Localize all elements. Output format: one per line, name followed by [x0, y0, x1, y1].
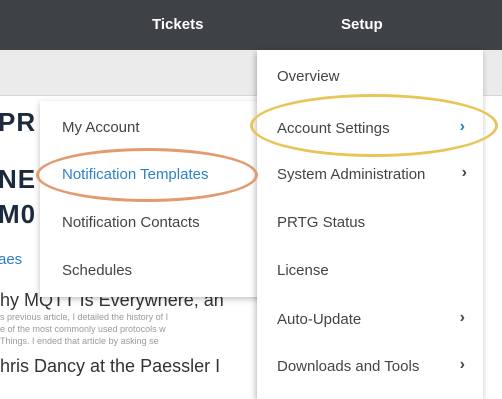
chevron-right-icon: › [459, 356, 465, 373]
background-link[interactable]: aes [0, 251, 22, 268]
account-settings-submenu: My Account Notification Templates Notifi… [40, 101, 262, 297]
chevron-right-icon: › [461, 164, 467, 181]
chevron-right-icon: › [459, 118, 465, 135]
background-heading-line-1: PR [0, 107, 37, 137]
nav-item-partial[interactable]: s [0, 0, 14, 50]
background-heading-line-3: M0 [0, 199, 37, 229]
setup-item-license[interactable]: License [277, 262, 329, 279]
setup-item-prtg-status[interactable]: PRTG Status [277, 214, 365, 231]
article-title-2[interactable]: hris Dancy at the Paessler I [0, 356, 220, 377]
setup-item-overview[interactable]: Overview [277, 68, 340, 85]
submenu-item-schedules[interactable]: Schedules [62, 262, 132, 279]
submenu-item-notification-contacts[interactable]: Notification Contacts [62, 214, 200, 231]
setup-item-auto-update[interactable]: Auto-Update [277, 311, 361, 328]
background-heading-line-2: NE [0, 164, 37, 194]
submenu-item-my-account[interactable]: My Account [62, 119, 140, 136]
nav-item-setup[interactable]: Setup [341, 0, 383, 50]
setup-item-system-administration[interactable]: System Administration [277, 166, 425, 183]
article-snippet-line-2: e of the most commonly used protocols w [0, 324, 166, 334]
article-snippet-line-3: Things. I ended that article by asking s… [0, 336, 159, 346]
setup-item-downloads-and-tools[interactable]: Downloads and Tools [277, 358, 419, 375]
article-snippet-line-1: s previous article, I detailed the histo… [0, 312, 169, 322]
submenu-item-notification-templates[interactable]: Notification Templates [62, 166, 208, 183]
chevron-right-icon: › [459, 309, 465, 326]
top-nav-bar: s Tickets Setup [0, 0, 502, 50]
setup-dropdown-menu: Overview Account Settings › System Admin… [257, 50, 483, 399]
nav-item-tickets[interactable]: Tickets [152, 0, 203, 50]
setup-item-account-settings[interactable]: Account Settings [277, 120, 390, 137]
